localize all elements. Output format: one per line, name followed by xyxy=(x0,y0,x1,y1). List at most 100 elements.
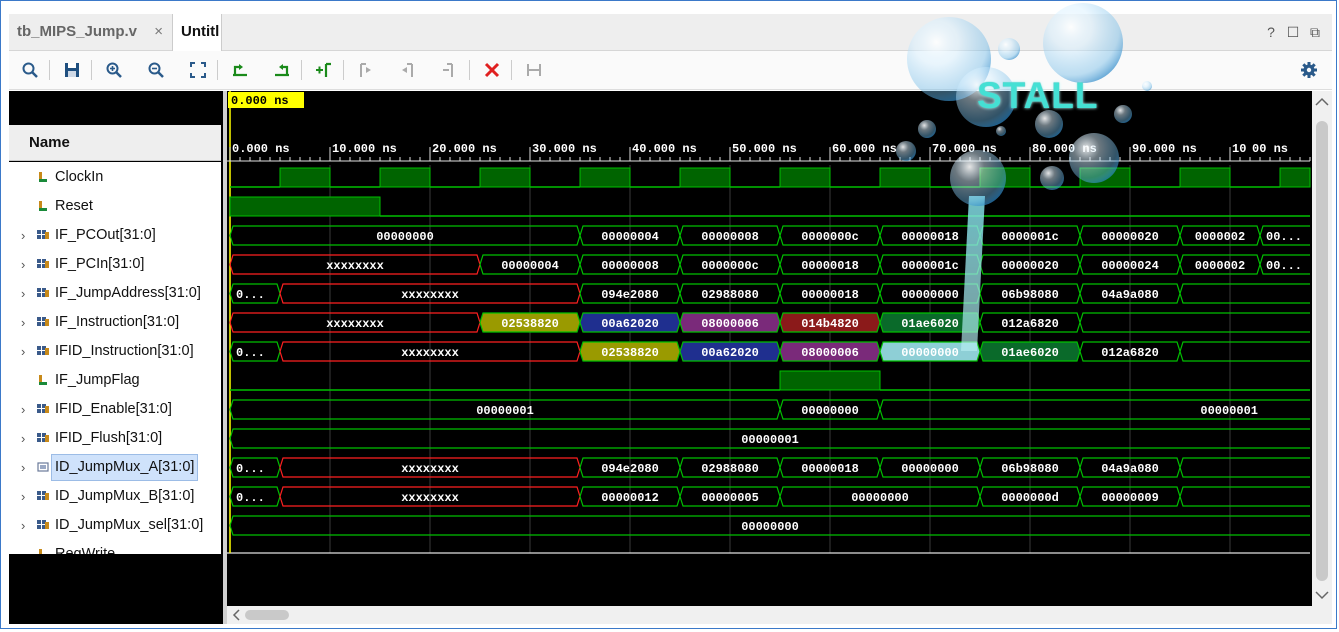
bus-value: 02538820 xyxy=(501,317,559,331)
signal-name: ID_JumpMux_sel[31:0] xyxy=(55,517,204,533)
close-icon[interactable]: × xyxy=(154,14,163,50)
signal-row[interactable]: › ID_JumpMux_A[31:0] xyxy=(9,453,221,482)
signal-row[interactable]: › IF_Instruction[31:0] xyxy=(9,308,221,337)
clock-high-pulse xyxy=(779,167,831,188)
bus-segment xyxy=(1179,486,1310,507)
vertical-scroll-thumb[interactable] xyxy=(1316,121,1328,581)
tab-label: Untitl xyxy=(181,23,220,40)
signal-row[interactable]: › IF_PCIn[31:0] xyxy=(9,250,221,279)
horizontal-scroll-thumb[interactable] xyxy=(245,610,289,620)
bus-value: 0000000c xyxy=(701,259,759,273)
signal-row[interactable]: ClockIn xyxy=(9,163,221,192)
bus-value: 02538820 xyxy=(601,346,659,360)
restore-icon[interactable]: ⧉ xyxy=(1305,14,1325,50)
bus-value: 00a62020 xyxy=(601,317,659,331)
chevron-right-icon[interactable]: › xyxy=(21,453,25,482)
bus-value: 0... xyxy=(236,288,265,302)
signal-name: IF_PCIn[31:0] xyxy=(55,256,145,272)
bit-signal-icon xyxy=(39,201,47,211)
name-column-header[interactable]: Name xyxy=(9,125,221,161)
chevron-right-icon[interactable]: › xyxy=(21,250,25,279)
delete-icon[interactable] xyxy=(479,58,505,82)
reset-high-level xyxy=(229,196,381,217)
signal-row[interactable]: › IFID_Flush[31:0] xyxy=(9,424,221,453)
signal-row[interactable]: › ID_JumpMux_sel[31:0] xyxy=(9,511,221,540)
tab-tb-mips-jump[interactable]: tb_MIPS_Jump.v × xyxy=(9,14,171,50)
clock-high-pulse xyxy=(679,167,731,188)
add-cursor-icon[interactable] xyxy=(437,58,463,82)
zoom-in-icon[interactable] xyxy=(101,58,127,82)
signal-name: Reset xyxy=(55,198,93,214)
signal-row[interactable]: RegWrite xyxy=(9,540,221,554)
bus-value: 094e2080 xyxy=(601,462,659,476)
bit-signal-icon xyxy=(39,172,47,182)
bus-value: 00000008 xyxy=(701,230,759,244)
bus-value: xxxxxxxx xyxy=(401,462,459,476)
clock-high-pulse xyxy=(279,167,331,188)
bus-value: 02988080 xyxy=(701,288,759,302)
bus-value: xxxxxxxx xyxy=(326,317,384,331)
bus-value: 00000024 xyxy=(1101,259,1159,273)
search-icon[interactable] xyxy=(17,58,43,82)
bus-signal-icon xyxy=(37,462,49,472)
bus-value: 00000009 xyxy=(1101,491,1159,505)
bus-value: xxxxxxxx xyxy=(401,346,459,360)
signal-name: IF_JumpFlag xyxy=(55,372,140,388)
bus-value: 00000004 xyxy=(501,259,559,273)
zoom-fit-icon[interactable] xyxy=(185,58,211,82)
bus-value: 00... xyxy=(1266,230,1302,244)
add-marker-icon[interactable] xyxy=(311,58,337,82)
waveform-canvas[interactable]: 0.000 ns 0.000 ns 10.000 ns 20.000 ns 30.000… xyxy=(227,91,1312,606)
signal-name-pane: Name ClockIn Reset › IF_PCOut[31:0] › IF_PCIn… xyxy=(9,91,223,624)
horizontal-scrollbar[interactable] xyxy=(227,606,1332,624)
chevron-right-icon[interactable]: › xyxy=(21,482,25,511)
settings-icon[interactable] xyxy=(1296,58,1322,82)
zoom-out-icon[interactable] xyxy=(143,58,169,82)
signal-name: ClockIn xyxy=(55,169,104,185)
bus-value: 04a9a080 xyxy=(1101,288,1159,302)
bus-value: 00000018 xyxy=(801,288,859,302)
tab-untitled[interactable]: Untitl xyxy=(172,14,222,51)
signal-name: IF_PCOut[31:0] xyxy=(55,227,156,243)
save-icon[interactable] xyxy=(59,58,85,82)
bus-signal-icon xyxy=(37,520,49,529)
chevron-right-icon[interactable]: › xyxy=(21,279,25,308)
bus-segment xyxy=(1079,312,1310,333)
bit-signal-icon xyxy=(39,375,47,385)
chevron-right-icon[interactable]: › xyxy=(21,395,25,424)
chevron-right-icon[interactable]: › xyxy=(21,337,25,366)
bus-value: 00000020 xyxy=(1101,230,1159,244)
ruler-label: 60.000 ns xyxy=(832,142,897,156)
signal-row[interactable]: › IF_JumpAddress[31:0] xyxy=(9,279,221,308)
swap-cursors-icon[interactable] xyxy=(521,58,547,82)
signal-row[interactable]: › IF_PCOut[31:0] xyxy=(9,221,221,250)
signal-row[interactable]: › IFID_Instruction[31:0] xyxy=(9,337,221,366)
bus-value: 00000018 xyxy=(801,259,859,273)
chevron-right-icon[interactable]: › xyxy=(21,308,25,337)
vertical-scrollbar[interactable] xyxy=(1312,91,1332,606)
go-to-cursor-left-icon[interactable] xyxy=(227,58,253,82)
signal-name: IF_Instruction[31:0] xyxy=(55,314,180,330)
bus-signal-icon xyxy=(37,491,49,500)
chevron-right-icon[interactable]: › xyxy=(21,511,25,540)
clock-high-pulse xyxy=(1279,167,1311,188)
bus-signal-icon xyxy=(37,230,49,239)
previous-marker-icon[interactable] xyxy=(353,58,379,82)
signal-name: IFID_Enable[31:0] xyxy=(55,401,172,417)
next-marker-icon[interactable] xyxy=(395,58,421,82)
go-to-cursor-right-icon[interactable] xyxy=(269,58,295,82)
signal-row[interactable]: › ID_JumpMux_B[31:0] xyxy=(9,482,221,511)
chevron-right-icon[interactable]: › xyxy=(21,424,25,453)
clock-high-pulse xyxy=(579,167,631,188)
bus-value: 012a6820 xyxy=(1101,346,1159,360)
signal-row[interactable]: IF_JumpFlag xyxy=(9,366,221,395)
bus-value: 08000006 xyxy=(801,346,859,360)
chevron-right-icon[interactable]: › xyxy=(21,221,25,250)
maximize-icon[interactable]: ☐ xyxy=(1283,14,1303,50)
help-icon[interactable]: ? xyxy=(1261,14,1281,50)
signal-row[interactable]: › IFID_Enable[31:0] xyxy=(9,395,221,424)
bus-value: 01ae6020 xyxy=(1001,346,1059,360)
bus-value: 06b98080 xyxy=(1001,462,1059,476)
signal-row[interactable]: Reset xyxy=(9,192,221,221)
ruler-label: 80.000 ns xyxy=(1032,142,1097,156)
